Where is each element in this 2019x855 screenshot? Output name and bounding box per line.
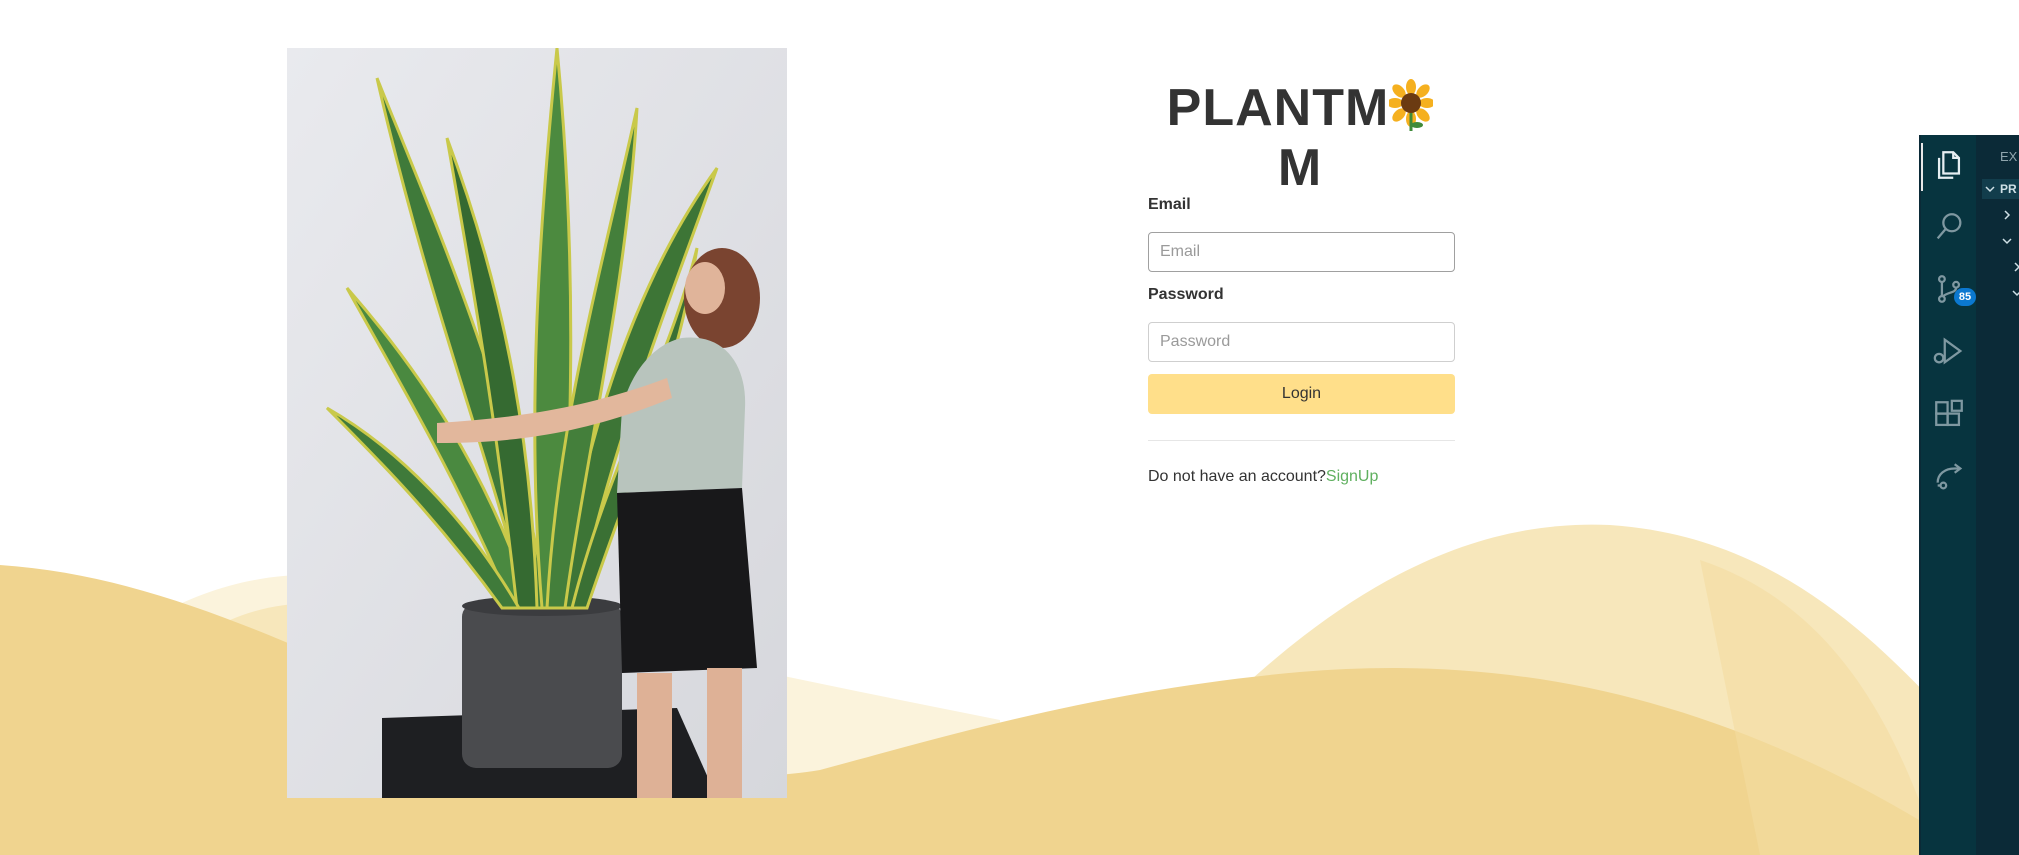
plant-photo-illustration: [287, 48, 787, 798]
hero-photo: [287, 48, 787, 798]
explorer-pane: [1976, 135, 2019, 855]
search-icon[interactable]: [1931, 209, 1967, 245]
remote-share-icon[interactable]: [1931, 459, 1967, 495]
explorer-title: EX: [2000, 149, 2018, 164]
files-icon[interactable]: [1931, 147, 1967, 183]
signup-prompt-text: Do not have an account?: [1148, 468, 1326, 485]
chevron-right-icon[interactable]: [2002, 210, 2012, 220]
explorer-section-label: PR: [2000, 182, 2017, 196]
email-group: Email: [1148, 196, 1455, 272]
activity-bar: 85: [1921, 135, 1976, 855]
signup-link[interactable]: SignUp: [1326, 468, 1378, 485]
brand-logo: PLANTM M: [1160, 78, 1440, 198]
run-debug-icon[interactable]: [1931, 333, 1967, 369]
chevron-right-icon[interactable]: [2012, 262, 2019, 272]
divider: [1148, 440, 1455, 441]
email-field[interactable]: [1148, 232, 1455, 272]
chevron-down-icon: [1985, 186, 1995, 193]
password-label: Password: [1148, 286, 1224, 303]
extensions-icon[interactable]: [1931, 397, 1967, 433]
brand-name-part2: M: [1277, 139, 1323, 197]
chevron-down-icon[interactable]: [2012, 288, 2019, 298]
ide-panel: 85 EX PR: [1919, 135, 2019, 855]
brand-name-part1: PLANTM: [1166, 79, 1390, 137]
password-group: Password: [1148, 286, 1455, 362]
login-form: Email Password Login Do not have an acco…: [1148, 196, 1455, 486]
sunflower-icon: [1387, 79, 1436, 131]
email-label: Email: [1148, 196, 1191, 213]
password-field[interactable]: [1148, 322, 1455, 362]
active-marker: [1921, 143, 1923, 191]
login-button[interactable]: Login: [1148, 374, 1455, 414]
signup-prompt: Do not have an account?SignUp: [1148, 468, 1455, 486]
explorer-section-header[interactable]: PR: [1982, 179, 2019, 199]
chevron-down-icon[interactable]: [2002, 236, 2012, 246]
source-control-badge: 85: [1954, 288, 1976, 306]
